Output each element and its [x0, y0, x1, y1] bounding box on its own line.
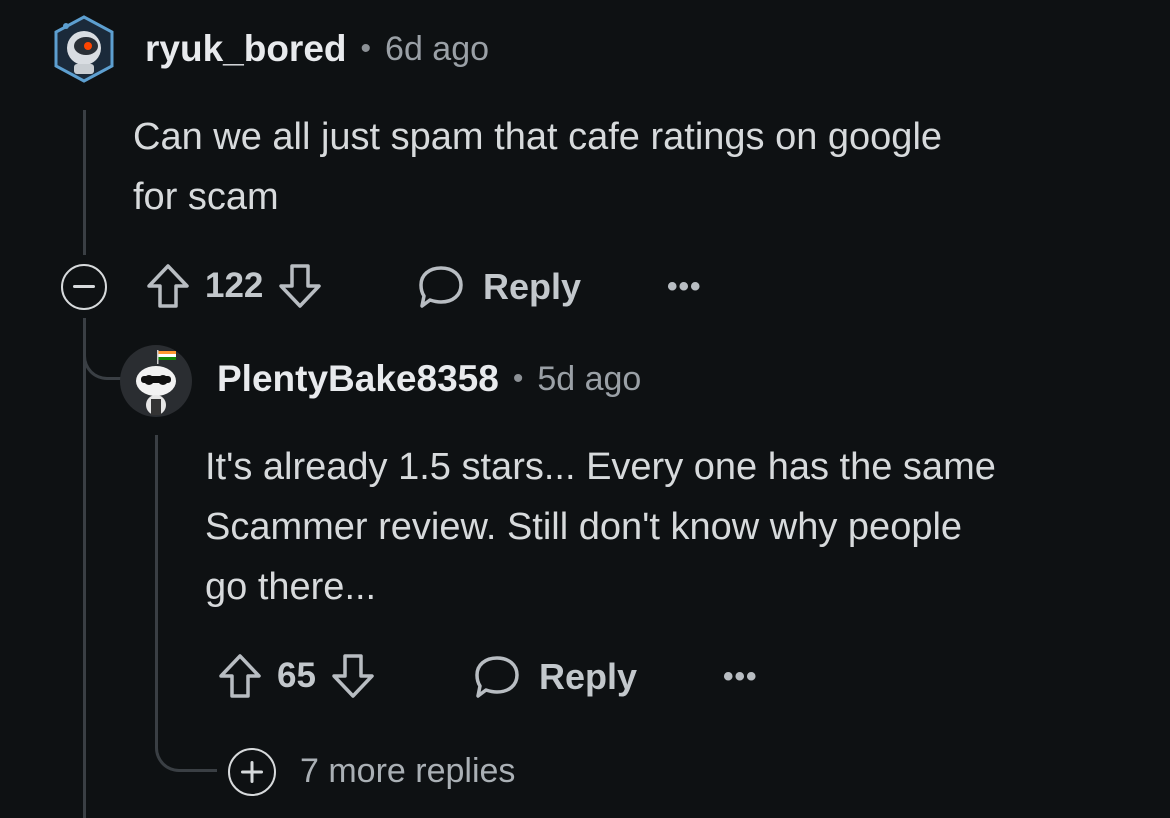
username[interactable]: ryuk_bored — [145, 28, 347, 70]
thread-line-reply — [155, 435, 158, 725]
thread-connector-more — [155, 720, 217, 772]
downvote-icon[interactable] — [330, 652, 376, 700]
more-options-icon: ••• — [667, 270, 702, 303]
downvote-icon[interactable] — [277, 262, 323, 310]
more-options-button[interactable]: ••• — [667, 270, 702, 304]
reply-vote-count: 65 — [277, 656, 316, 695]
reply-reply-button[interactable]: Reply — [473, 654, 637, 700]
thread-line-main-lower — [83, 318, 86, 818]
reply-avatar[interactable] — [120, 345, 192, 417]
reply-timestamp: 5d ago — [537, 359, 642, 398]
reply-header: PlentyBake8358 • 5d ago — [217, 358, 641, 400]
comment-body-line: Can we all just spam that cafe ratings o… — [133, 116, 943, 158]
more-replies-link[interactable]: 7 more replies — [300, 752, 515, 791]
upvote-icon[interactable] — [145, 262, 191, 310]
reply-body-line: go there... — [205, 566, 377, 608]
reply-label: Reply — [483, 266, 582, 307]
avatar[interactable] — [52, 14, 116, 84]
more-options-icon: ••• — [723, 660, 758, 693]
robot-avatar-icon — [54, 15, 114, 83]
reply-button[interactable]: Reply — [417, 264, 581, 310]
reply-label: Reply — [539, 656, 638, 697]
minus-icon — [73, 285, 95, 288]
vote-count: 122 — [205, 266, 264, 305]
separator-dot: • — [512, 362, 524, 395]
reply-body: It's already 1.5 stars... Every one has … — [205, 437, 1155, 617]
expand-replies-button[interactable] — [228, 748, 276, 796]
reply-body-line: Scammer review. Still don't know why peo… — [205, 506, 963, 548]
reply-more-options-button[interactable]: ••• — [723, 660, 758, 694]
separator-dot: • — [360, 32, 372, 65]
reply-vote-group: 65 — [217, 652, 376, 700]
comment-body-line: for scam — [133, 176, 279, 218]
comment-body: Can we all just spam that cafe ratings o… — [133, 107, 1133, 227]
collapse-button[interactable] — [61, 264, 107, 310]
vote-group: 122 — [145, 262, 323, 310]
comment-header: ryuk_bored • 6d ago — [145, 28, 489, 70]
chat-bubble-icon — [475, 656, 519, 698]
thread-line-main — [83, 110, 86, 255]
reply-body-line: It's already 1.5 stars... Every one has … — [205, 446, 996, 488]
plus-icon — [241, 761, 263, 783]
chat-bubble-icon — [419, 266, 463, 308]
snoo-avatar-icon — [136, 350, 176, 415]
reply-username[interactable]: PlentyBake8358 — [217, 358, 499, 400]
upvote-icon[interactable] — [217, 652, 263, 700]
timestamp: 6d ago — [385, 29, 490, 68]
thread-connector-reply — [83, 318, 123, 380]
